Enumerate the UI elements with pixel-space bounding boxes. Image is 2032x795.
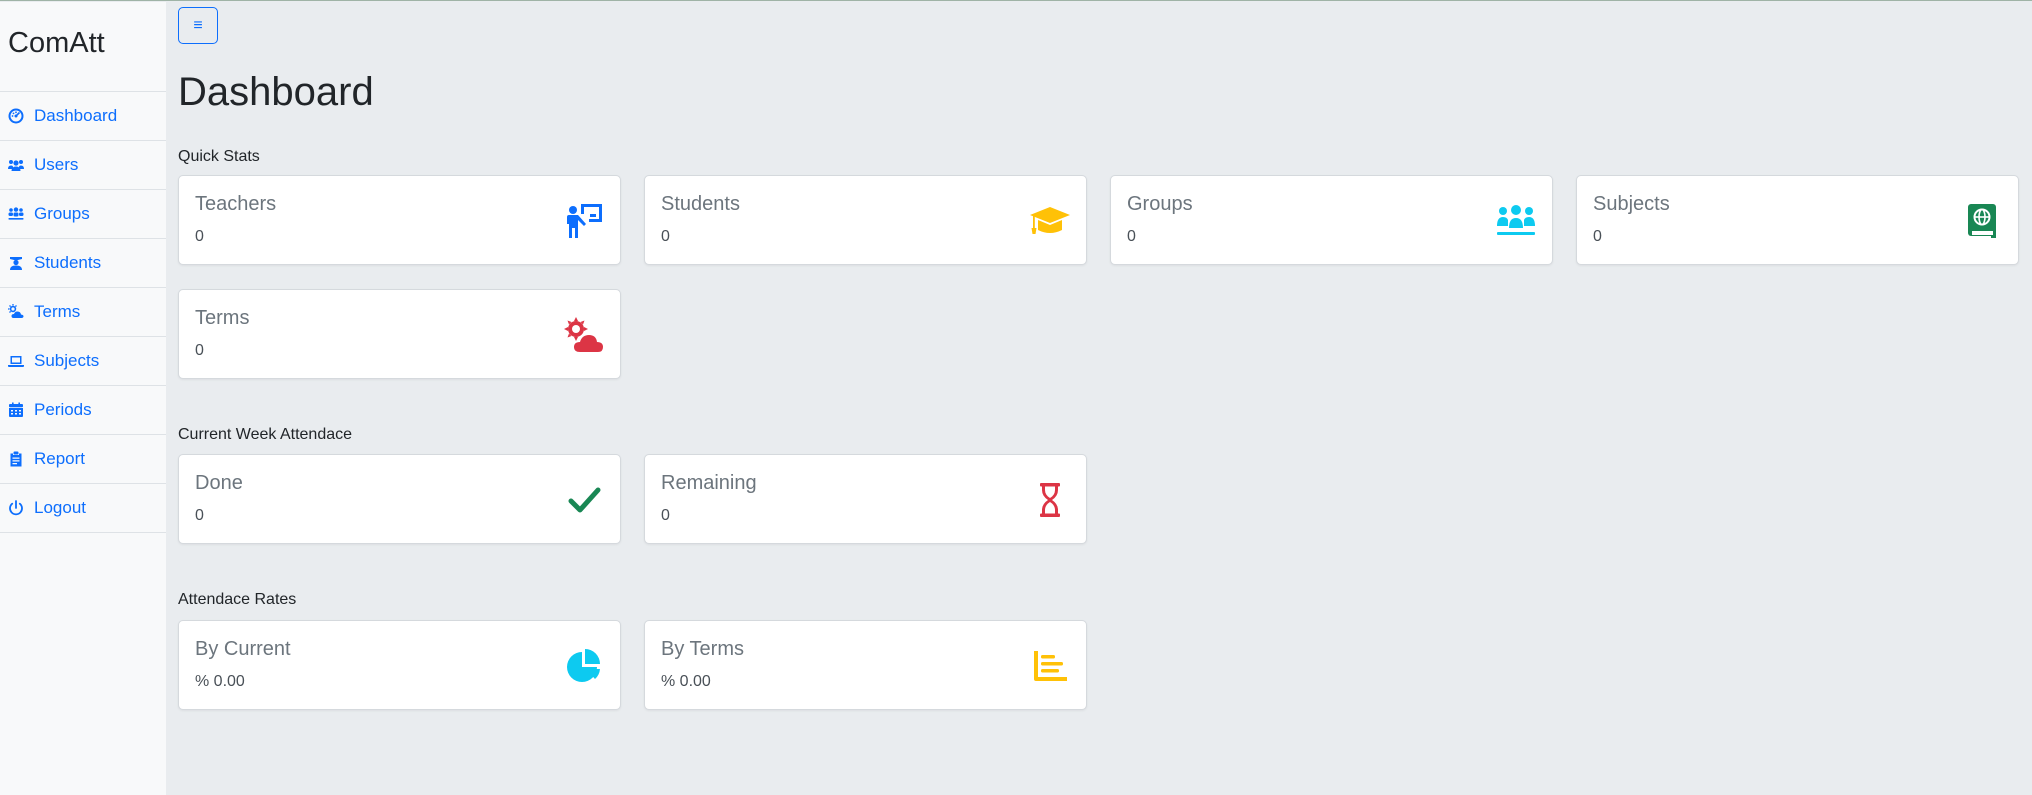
book-atlas-icon [1962, 202, 2002, 240]
cloud-sun-icon [564, 316, 604, 354]
sidebar-item-label: Report [34, 449, 86, 468]
sidebar-item-students[interactable]: Students [0, 239, 166, 288]
sidebar-item-periods[interactable]: Periods [0, 386, 166, 435]
clipboard-icon [8, 451, 24, 467]
sidebar-item-dashboard[interactable]: Dashboard [0, 92, 166, 141]
card-title: Groups [1127, 193, 1193, 215]
stat-card-by-terms: By Terms % 0.00 [644, 620, 1087, 710]
brand-logo: ComAtt [0, 2, 166, 92]
stat-card-done: Done 0 [178, 454, 621, 544]
graduation-cap-icon [1030, 202, 1070, 240]
sidebar-item-logout[interactable]: Logout [0, 484, 166, 533]
card-value: 0 [195, 342, 204, 359]
card-title: By Current [195, 638, 291, 660]
sidebar-item-label: Logout [34, 498, 86, 517]
card-title: Terms [195, 307, 250, 329]
sidebar-item-terms[interactable]: Terms [0, 288, 166, 337]
dashboard-gauge-icon [8, 108, 24, 124]
card-title: By Terms [661, 638, 744, 660]
users-icon [8, 157, 24, 173]
main-content: ≡ Dashboard Quick Stats Teachers 0 Stude… [178, 2, 2032, 795]
check-icon [564, 481, 604, 519]
stat-card-subjects: Subjects 0 [1576, 175, 2019, 265]
card-value: % 0.00 [195, 673, 245, 690]
groups-icon [8, 206, 24, 222]
card-title: Done [195, 472, 243, 494]
card-value: 0 [1127, 228, 1136, 245]
sidebar-item-groups[interactable]: Groups [0, 190, 166, 239]
sidebar-item-label: Periods [34, 400, 92, 419]
attendance-week-label: Current Week Attendace [178, 426, 353, 443]
card-title: Subjects [1593, 193, 1670, 215]
stat-card-terms: Terms 0 [178, 289, 621, 379]
card-value: 0 [661, 507, 670, 524]
stat-card-teachers: Teachers 0 [178, 175, 621, 265]
sidebar-item-users[interactable]: Users [0, 141, 166, 190]
page-title: Dashboard [178, 70, 374, 114]
sidebar-item-label: Subjects [34, 351, 100, 370]
laptop-icon [8, 353, 24, 369]
card-title: Remaining [661, 472, 757, 494]
sidebar-item-label: Terms [34, 302, 81, 321]
stat-card-students: Students 0 [644, 175, 1087, 265]
people-group-icon [1496, 202, 1536, 240]
power-icon [8, 500, 24, 516]
card-title: Students [661, 193, 740, 215]
sidebar-item-label: Students [34, 253, 102, 272]
card-value: 0 [195, 228, 204, 245]
quick-stats-label: Quick Stats [178, 148, 260, 165]
attendance-rates-label: Attendace Rates [178, 591, 297, 608]
card-value: 0 [195, 507, 204, 524]
card-value: % 0.00 [661, 673, 711, 690]
sidebar-item-label: Users [34, 155, 79, 174]
stat-card-remaining: Remaining 0 [644, 454, 1087, 544]
calendar-icon [8, 402, 24, 418]
card-title: Teachers [195, 193, 277, 215]
stat-card-by-current: By Current % 0.00 [178, 620, 621, 710]
cloud-sun-icon [8, 304, 24, 320]
sidebar-item-label: Groups [34, 204, 90, 223]
chalkboard-teacher-icon [564, 202, 604, 240]
bar-chart-icon [1030, 647, 1070, 685]
student-icon [8, 255, 24, 271]
card-value: 0 [661, 228, 670, 245]
sidebar-item-subjects[interactable]: Subjects [0, 337, 166, 386]
card-value: 0 [1593, 228, 1602, 245]
sidebar-toggle-button[interactable]: ≡ [178, 7, 218, 44]
pie-chart-icon [564, 647, 604, 685]
sidebar-item-report[interactable]: Report [0, 435, 166, 484]
sidebar: ComAtt Dashboard Users Groups Students T… [0, 2, 166, 795]
sidebar-item-label: Dashboard [34, 106, 118, 125]
stat-card-groups: Groups 0 [1110, 175, 1553, 265]
hourglass-icon [1030, 481, 1070, 519]
